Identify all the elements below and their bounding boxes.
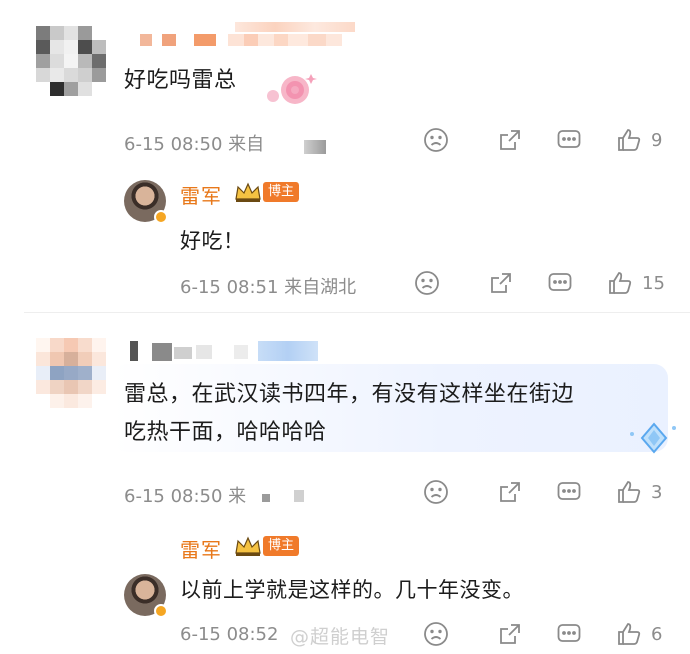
reply-text: 好吃！ — [180, 229, 245, 253]
author-badge: 博主 — [233, 535, 300, 557]
share-icon[interactable] — [497, 127, 523, 153]
comment-icon[interactable] — [556, 621, 582, 647]
comment-meta: 6-15 08:50 来自 — [124, 134, 265, 155]
watermark-text: @超能电智 — [290, 626, 391, 648]
like-count: 9 — [651, 130, 663, 151]
comment-text-line1: 雷总，在武汉读书四年，有没有这样坐在街边 — [124, 382, 575, 407]
badge-label: 博主 — [263, 182, 300, 202]
share-icon[interactable] — [497, 621, 523, 647]
reply-meta: 6-15 08:52 — [180, 624, 279, 645]
reply-username[interactable]: 雷军 — [180, 180, 222, 209]
blurred-location — [304, 140, 326, 154]
blurred-username[interactable] — [130, 341, 320, 361]
thumbs-up-icon[interactable] — [607, 270, 633, 296]
share-icon[interactable] — [497, 479, 523, 505]
crown-badge-icon — [233, 535, 263, 557]
comment-icon[interactable] — [556, 479, 582, 505]
reply-text: 以前上学就是这样的。几十年没变。 — [180, 578, 524, 602]
commenter-avatar[interactable] — [36, 26, 106, 96]
badge-label: 博主 — [263, 536, 300, 556]
verified-badge-icon — [154, 604, 168, 618]
comment-divider — [24, 312, 690, 313]
rose-sticker-icon — [267, 74, 317, 104]
sad-face-icon[interactable] — [423, 479, 449, 505]
like-count: 3 — [651, 482, 663, 503]
comment-text: 好吃吗雷总 — [124, 68, 237, 93]
sad-face-icon[interactable] — [423, 127, 449, 153]
like-count: 15 — [642, 273, 665, 294]
verified-badge-icon — [154, 210, 168, 224]
diamond-sticker-icon — [630, 422, 676, 454]
crown-badge-icon — [233, 181, 263, 203]
reply-username[interactable]: 雷军 — [180, 534, 222, 563]
sad-face-icon[interactable] — [423, 621, 449, 647]
reply-avatar[interactable] — [124, 574, 168, 618]
commenter-avatar[interactable] — [36, 338, 106, 408]
thumbs-up-icon[interactable] — [616, 479, 642, 505]
sad-face-icon[interactable] — [414, 270, 440, 296]
blurred-username-extra — [235, 22, 355, 32]
blurred-location — [262, 494, 270, 502]
like-count: 6 — [651, 624, 663, 645]
reply-meta: 6-15 08:51 来自湖北 — [180, 277, 357, 298]
comment-icon[interactable] — [556, 127, 582, 153]
thumbs-up-icon[interactable] — [616, 127, 642, 153]
thumbs-up-icon[interactable] — [616, 621, 642, 647]
author-badge: 博主 — [233, 181, 300, 203]
watermark: @超能电智 — [290, 622, 390, 649]
blurred-username[interactable] — [140, 34, 342, 46]
share-icon[interactable] — [488, 270, 514, 296]
reply-avatar[interactable] — [124, 180, 168, 224]
comment-icon[interactable] — [547, 270, 573, 296]
comment-meta: 6-15 08:50 来 — [124, 486, 247, 507]
blurred-location — [294, 490, 304, 502]
comment-text-line2: 吃热干面，哈哈哈哈 — [124, 420, 327, 445]
